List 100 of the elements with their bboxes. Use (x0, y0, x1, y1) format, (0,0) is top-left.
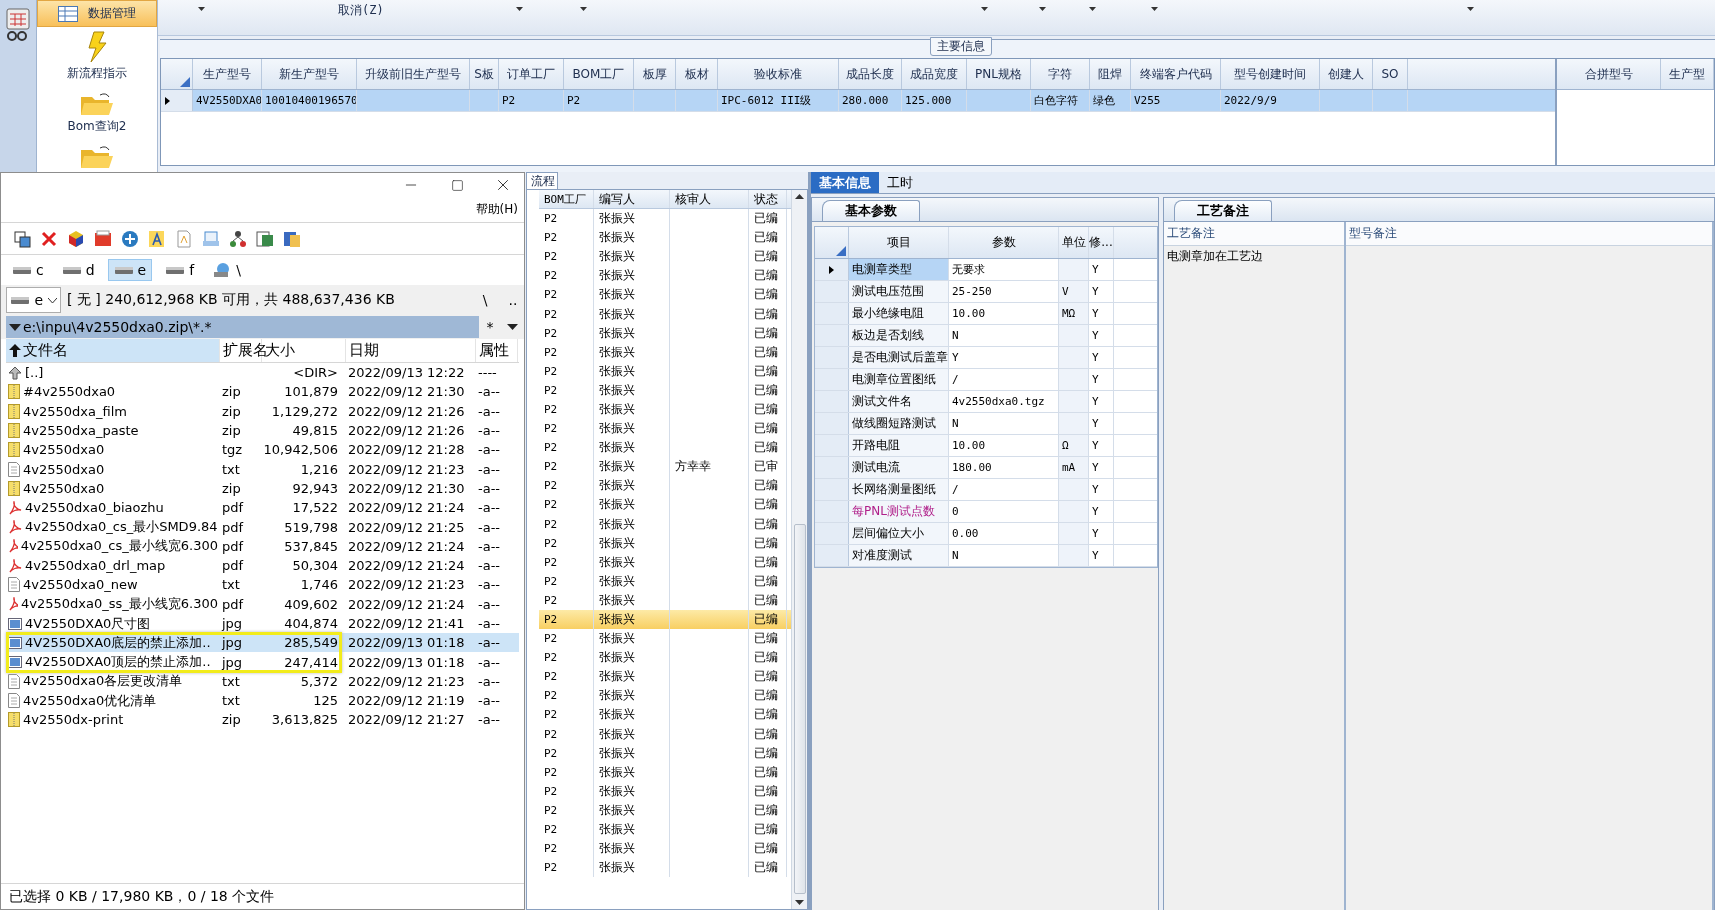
table-row[interactable]: P2 张振兴 已编 (539, 266, 791, 286)
file-row[interactable]: 4v2550dxa0_cs_最小SMD9.84 pdf 519,798 2022/09/12 21:25 -a-- (6, 517, 519, 537)
table-row[interactable]: P2 张振兴 已编 (539, 839, 791, 859)
column-header[interactable]: 核审人 (670, 190, 749, 208)
table-row[interactable]: P2 张振兴 已编 (539, 648, 791, 668)
table-row[interactable]: P2 张振兴 已编 (539, 380, 791, 400)
table-row[interactable]: P2 张振兴 已编 (539, 820, 791, 840)
path-bar[interactable]: e:\inpu\4v2550dxa0.zip\*.* (6, 316, 479, 338)
column-header[interactable]: 生产型号 (193, 59, 262, 89)
dropdown-arrow-icon[interactable] (198, 7, 205, 11)
file-row[interactable]: 4v2550dxa0_biaozhu pdf 17,522 2022/09/12 21:24 -a-- (6, 498, 519, 518)
table-row[interactable]: P2 张振兴 已编 (539, 590, 791, 610)
dropdown-arrow-icon[interactable] (580, 7, 587, 11)
table-row[interactable]: P2 张振兴 已编 (539, 419, 791, 439)
table-row[interactable]: 每PNL测试点数 0 Y (815, 501, 1157, 523)
drive-button[interactable]: \ (207, 260, 246, 280)
column-header[interactable]: 验收标准 (718, 59, 839, 89)
table-row[interactable]: P2 张振兴 已编 (539, 399, 791, 420)
filter-button[interactable]: * (479, 319, 501, 335)
tab[interactable]: 工时 (879, 172, 921, 193)
column-header[interactable]: 成品宽度 (902, 59, 967, 89)
table-row[interactable]: P2 张振兴 已编 (539, 705, 791, 725)
file-row[interactable]: 4v2550dxa_film zip 1,129,272 2022/09/12 21:26 -a-- (6, 401, 519, 421)
file-row[interactable]: 4v2550dxa0_ss_最小线宽6.300 pdf 409,602 2022/09/12 21:24 -a-- (6, 594, 519, 614)
table-row[interactable]: P2 张振兴 已编 (539, 724, 791, 744)
drive-button[interactable]: e (107, 259, 153, 281)
file-row[interactable]: 4v2550dxa0各层更改清单 txt 5,372 2022/09/12 21:23 -a-- (6, 671, 519, 692)
table-row[interactable]: P2 张振兴 已编 (539, 743, 791, 763)
column-header[interactable]: SO (1373, 59, 1408, 89)
scroll-up-icon[interactable] (795, 194, 804, 199)
flow-tab[interactable]: 流程 (526, 172, 558, 189)
table-row[interactable]: P2 张振兴 已编 (539, 228, 791, 248)
column-header[interactable]: 板材 (676, 59, 718, 89)
file-row[interactable]: 4v2550dx-print zip 3,613,825 2022/09/12 21:27 -a-- (6, 710, 519, 730)
file-row[interactable]: 4v2550dxa0_new txt 1,746 2022/09/12 21:23 -a-- (6, 575, 519, 595)
column-header[interactable]: 型号创建时间 (1221, 59, 1320, 89)
column-header[interactable]: 字符 (1031, 59, 1090, 89)
column-header[interactable]: 终端客户代码 (1131, 59, 1221, 89)
file-row[interactable]: 4V2550DXA0尺寸图 jpg 404,874 2022/09/12 21:41 -a-- (6, 613, 519, 634)
file-row[interactable]: 4v2550dxa_paste zip 49,815 2022/09/12 21:26 -a-- (6, 420, 519, 441)
column-header[interactable]: 参数 (991, 234, 1016, 251)
table-row[interactable]: P2 张振兴 已编 (539, 858, 791, 878)
column-header[interactable]: S板 (470, 59, 499, 89)
drive-button[interactable]: c (7, 260, 49, 280)
table-row[interactable]: P2 张振兴 已编 (539, 361, 791, 381)
column-header[interactable]: 编写人 (594, 190, 670, 208)
table-row[interactable]: P2 张振兴 已编 (539, 304, 791, 324)
table-row[interactable]: P2 张振兴 已编 (539, 762, 791, 782)
file-row[interactable]: 4v2550dxa0_drl_map pdf 50,304 2022/09/12 21:24 -a-- (6, 555, 519, 576)
table-row[interactable]: 板边是否划线 N Y (815, 325, 1157, 347)
column-header[interactable]: 日期 (346, 339, 476, 362)
table-row[interactable]: P2 张振兴 已编 (539, 552, 791, 572)
column-header[interactable]: 生产型 (1661, 59, 1714, 89)
dropdown-arrow-icon[interactable] (1467, 7, 1474, 11)
table-row[interactable]: P2 张振兴 已编 (539, 247, 791, 267)
column-header[interactable]: 阻焊 (1090, 59, 1131, 89)
table-row[interactable]: P2 张振兴 已编 (539, 800, 791, 820)
file-row[interactable]: 4v2550dxa0 tgz 10,942,506 2022/09/12 21:28 -a-- (6, 440, 519, 460)
column-header[interactable]: 合拼型号 (1557, 59, 1661, 89)
scrollbar[interactable] (791, 190, 807, 909)
table-row[interactable]: P2 张振兴 已编 (539, 285, 791, 305)
table-row[interactable]: P2 张振兴 已编 (539, 686, 791, 706)
column-header[interactable]: 文件名 (6, 339, 220, 362)
table-row[interactable]: 测试电压范围 25-250 V Y (815, 281, 1157, 303)
drive-button[interactable]: d (56, 260, 100, 280)
table-row[interactable]: P2 张振兴 已编 (539, 571, 791, 591)
table-row[interactable]: P2 张振兴 已编 (539, 323, 791, 343)
column-header[interactable]: 订单工厂 (499, 59, 564, 89)
globe-icon[interactable] (121, 229, 139, 248)
table-row[interactable]: 测试文件名 4v2550dxa0.tgz Y (815, 391, 1157, 413)
table-row[interactable]: 开路电阻 10.00 Ω Y (815, 435, 1157, 457)
column-header[interactable]: 升级前旧生产型号 (357, 59, 470, 89)
word-file-icon[interactable] (283, 229, 301, 248)
dropdown-arrow-icon[interactable] (516, 7, 523, 11)
table-row[interactable]: P2 张振兴 已编 (539, 438, 791, 458)
file-row[interactable]: 4v2550dxa0_cs_最小线宽6.300 pdf 537,845 2022/09/12 21:24 -a-- (6, 536, 519, 556)
menu-item[interactable]: 帮助(H) (475, 201, 518, 218)
column-header[interactable]: BOM工厂 (564, 59, 634, 89)
file-row[interactable]: [..] <DIR> 2022/09/13 12:22 ---- (6, 363, 519, 383)
table-row[interactable]: 测试电流 180.00 mA Y (815, 457, 1157, 479)
pane-tab[interactable]: 工艺备注 (1174, 200, 1272, 221)
column-header[interactable]: 新生产型号 (262, 59, 357, 89)
spreadsheet-icon[interactable] (256, 229, 274, 248)
network-icon[interactable] (229, 229, 247, 248)
root-button[interactable]: \ (474, 292, 496, 308)
table-row[interactable]: 长网络测量图纸 / Y (815, 479, 1157, 501)
table-row[interactable]: P2 张振兴 已编 (539, 342, 791, 362)
pdf-file-icon[interactable] (94, 229, 112, 248)
nav-item[interactable]: 数据管理 (37, 0, 157, 27)
table-row[interactable]: 是否电测试后盖章 Y Y (815, 347, 1157, 369)
table-row[interactable]: P2 张振兴 已编 (539, 209, 791, 229)
column-header[interactable]: PNL规格 (967, 59, 1031, 89)
column-header[interactable]: 成品长度 (839, 59, 902, 89)
table-row[interactable]: 电测章类型 无要求 Y (815, 259, 1157, 281)
drive-button[interactable]: f (160, 260, 200, 280)
table-row[interactable]: 层间偏位大小 0.00 Y (815, 523, 1157, 545)
dropdown-arrow-icon[interactable] (507, 324, 518, 330)
nav-item[interactable]: 新流程指示 (37, 27, 157, 88)
table-row[interactable]: P2 张振兴 已编 (539, 476, 791, 496)
dropdown-arrow-icon[interactable] (1089, 7, 1096, 11)
